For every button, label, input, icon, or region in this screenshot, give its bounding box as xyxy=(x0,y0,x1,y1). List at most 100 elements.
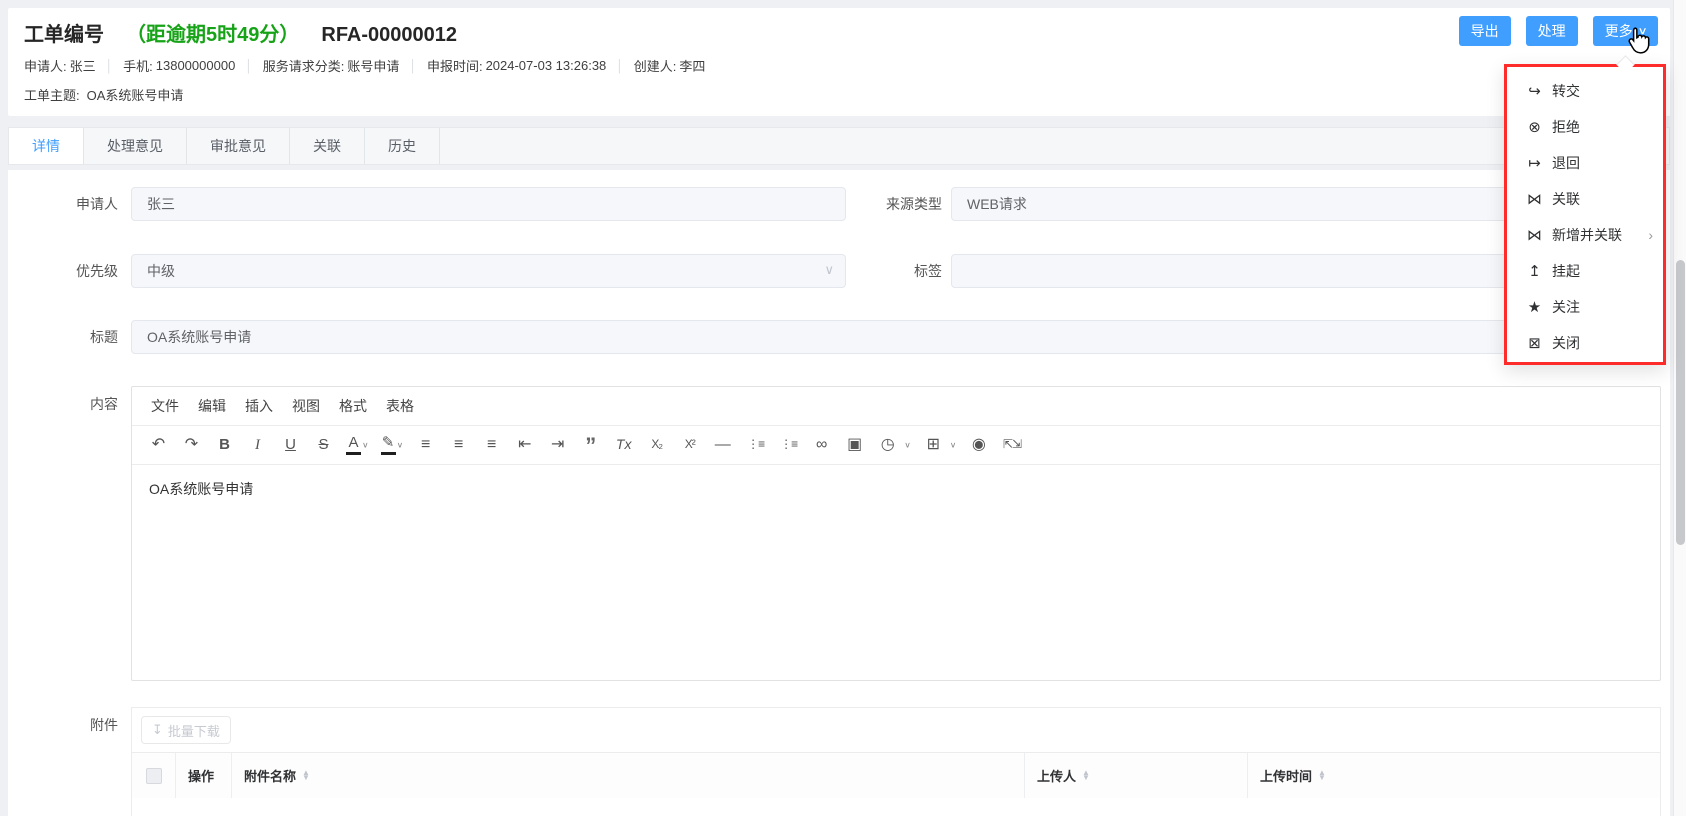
menu-item-2[interactable]: ⊗ 拒绝 xyxy=(1507,109,1663,145)
attachments-table-header: 操作 附件名称 ▲ ▼ 上传人 ▲ ▼ 上传时间 ▲ ▼ xyxy=(132,752,1660,798)
select-all-cell xyxy=(132,753,176,798)
tab-3[interactable]: 审批意见 xyxy=(187,128,290,164)
underline-icon[interactable]: U xyxy=(280,436,301,454)
link-icon[interactable]: ∞ xyxy=(811,436,832,454)
vertical-scrollbar xyxy=(1673,0,1686,816)
tab-4[interactable]: 关联 xyxy=(290,128,365,164)
applicant-field[interactable] xyxy=(131,187,846,221)
italic-icon[interactable]: I xyxy=(247,437,268,454)
editor-menubar: 文件 编辑 插入 视图 格式 表格 xyxy=(132,387,1660,426)
column-header-4[interactable]: 上传时间 ▲ ▼ xyxy=(1248,753,1660,798)
clear-formatting-icon[interactable]: Tx xyxy=(613,436,634,452)
outdent-icon[interactable]: ⇤ xyxy=(514,436,535,454)
image-icon[interactable]: ▣ xyxy=(844,436,865,454)
column-label: 上传人 xyxy=(1037,769,1077,784)
menu-item-4[interactable]: ⋈ 关联 xyxy=(1507,181,1663,217)
forecolor-icon[interactable]: A xyxy=(346,434,361,456)
tab-label: 历史 xyxy=(388,138,416,154)
form-row-3: 标题 xyxy=(53,320,1661,354)
menubar-item[interactable]: 视图 xyxy=(289,394,323,418)
strikethrough-icon[interactable]: S xyxy=(313,436,334,454)
title-field[interactable] xyxy=(131,320,1661,354)
backcolor-icon[interactable]: ✎ xyxy=(380,434,396,456)
sort-icon[interactable]: ▲ ▼ xyxy=(1318,768,1326,781)
horizontal-rule-icon[interactable]: — xyxy=(712,436,733,454)
menu-item-7[interactable]: ★ 关注 xyxy=(1507,289,1663,325)
align-center-icon[interactable]: ≡ xyxy=(448,436,469,454)
link-icon: ⋈ xyxy=(1527,191,1542,208)
sort-icon[interactable]: ▲ ▼ xyxy=(302,768,310,781)
content-row: 内容 文件 编辑 插入 视图 格式 表格 ↶ ↷ B I U S A ∨ ✎ ∨ ≡ ≡ ≡ ⇤ ⇥” Tx X₂ X² — ⋮… xyxy=(53,386,1661,681)
menu-item-3[interactable]: ↦ 退回 xyxy=(1507,145,1663,181)
attachments-table-body xyxy=(132,798,1660,816)
menubar-item[interactable]: 插入 xyxy=(242,394,276,418)
meta-row: 申请人: 张三 │ 手机: 13800000000 │ 服务请求分类: 账号申请 │ 申报时间: 2… xyxy=(24,56,1654,75)
sort-icon[interactable]: ▲ ▼ xyxy=(1082,768,1090,781)
undo-icon[interactable]: ↶ xyxy=(148,436,169,454)
column-header-3[interactable]: 上传人 ▲ ▼ xyxy=(1025,753,1248,798)
indent-icon[interactable]: ⇥ xyxy=(547,436,568,454)
rich-text-editor: 文件 编辑 插入 视图 格式 表格 ↶ ↷ B I U S A ∨ ✎ ∨ ≡ ≡ ≡ ⇤ ⇥” Tx X₂ X² — ⋮≡ ⋮≡… xyxy=(131,386,1661,681)
button-label: 更多 xyxy=(1604,23,1633,39)
align-left-icon[interactable]: ≡ xyxy=(415,436,436,454)
blockquote-icon[interactable]: ” xyxy=(580,434,601,456)
content-label: 内容 xyxy=(90,396,118,412)
chevron-down-icon[interactable]: ∨ xyxy=(904,440,911,450)
menu-item-6[interactable]: ↥ 挂起 xyxy=(1507,253,1663,289)
priority-label: 优先级 xyxy=(76,263,118,279)
menu-item-label: 关闭 xyxy=(1552,335,1580,351)
tab-1[interactable]: 详情 xyxy=(9,128,84,164)
menu-item-8[interactable]: ⊠ 关闭 xyxy=(1507,325,1663,361)
source-type-label: 来源类型 xyxy=(886,196,942,212)
attachments-label: 附件 xyxy=(90,717,118,733)
process-button[interactable]: 处理 xyxy=(1525,16,1578,46)
meta-value: 张三 xyxy=(69,59,96,74)
redo-icon[interactable]: ↷ xyxy=(181,436,202,454)
return-icon: ↦ xyxy=(1528,155,1541,172)
numbered-list-icon[interactable]: ⋮≡ xyxy=(778,438,799,451)
export-button[interactable]: 导出 xyxy=(1458,16,1511,46)
meta-value: 2024-07-03 13:26:38 xyxy=(485,58,607,73)
chevron-down-icon[interactable]: ∨ xyxy=(397,440,404,450)
fullscreen-icon[interactable]: ⇱⇲ xyxy=(1001,438,1022,451)
separator-icon: │ xyxy=(105,58,114,73)
tab-5[interactable]: 历史 xyxy=(365,128,440,164)
menubar-item[interactable]: 格式 xyxy=(336,394,370,418)
menu-item-label: 关注 xyxy=(1552,299,1580,315)
meta-label: 申报时间: xyxy=(426,59,483,74)
menubar-item[interactable]: 编辑 xyxy=(195,394,229,418)
tab-bar: 详情 处理意见 审批意见 关联 历史 xyxy=(8,127,1670,165)
editor-content[interactable]: OA系统账号申请 xyxy=(132,465,1660,513)
table-icon[interactable]: ⊞ xyxy=(923,436,944,454)
align-right-icon[interactable]: ≡ xyxy=(481,436,502,454)
meta-value: 13800000000 xyxy=(155,58,236,73)
chevron-down-icon[interactable]: ∨ xyxy=(362,440,369,450)
bold-icon[interactable]: B xyxy=(214,436,235,454)
menubar-item[interactable]: 表格 xyxy=(383,394,417,418)
subscript-icon[interactable]: X₂ xyxy=(646,438,667,451)
suspend-icon: ↥ xyxy=(1528,263,1541,280)
scrollbar-thumb[interactable] xyxy=(1676,260,1685,545)
title-row: 工单编号 （距逾期5时49分） RFA-00000012 xyxy=(24,18,1654,47)
superscript-icon[interactable]: X² xyxy=(679,438,700,451)
menu-item-5[interactable]: ⋈ 新增并关联 › xyxy=(1507,217,1663,253)
menu-item-label: 退回 xyxy=(1552,155,1580,171)
separator-icon: │ xyxy=(245,58,253,73)
column-header-2[interactable]: 附件名称 ▲ ▼ xyxy=(232,753,1025,798)
chevron-down-icon[interactable]: ∨ xyxy=(950,440,957,450)
work-order-page: 工单编号 （距逾期5时49分） RFA-00000012 申请人: 张三 │ 手机: 1… xyxy=(0,0,1686,816)
attachments-box: ↧ 批量下载 操作 附件名称 ▲ ▼ 上传人 ▲ ▼ 上传时间 ▲ ▼ xyxy=(131,707,1661,816)
batch-download-button[interactable]: ↧ 批量下载 xyxy=(141,716,231,744)
priority-select[interactable]: ∨ xyxy=(131,254,846,288)
datetime-icon[interactable]: ◷ xyxy=(877,436,898,454)
attachments-row: 附件 ↧ 批量下载 操作 附件名称 ▲ ▼ 上传人 ▲ ▼ 上传时间 ▲ ▼ xyxy=(53,707,1661,816)
tab-2[interactable]: 处理意见 xyxy=(84,128,187,164)
menu-item-1[interactable]: ↪ 转交 xyxy=(1507,73,1663,109)
column-label: 操作 xyxy=(188,769,215,784)
preview-icon[interactable]: ◉ xyxy=(968,436,989,454)
bullet-list-icon[interactable]: ⋮≡ xyxy=(745,438,766,451)
select-all-checkbox[interactable] xyxy=(145,767,162,784)
menubar-item[interactable]: 文件 xyxy=(148,394,182,418)
more-button[interactable]: 更多 ∨ xyxy=(1592,16,1658,46)
priority-value[interactable] xyxy=(131,254,846,288)
